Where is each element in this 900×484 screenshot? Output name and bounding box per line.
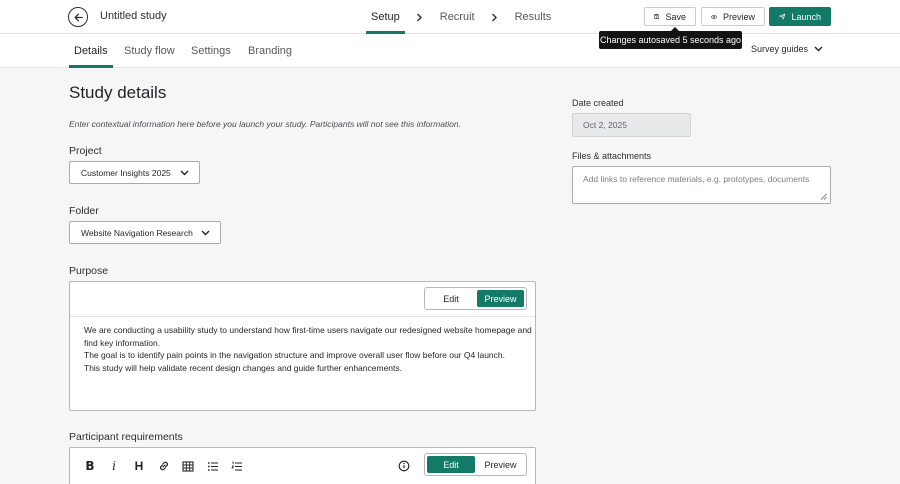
date-created-value: Oct 2, 2025 (583, 120, 627, 130)
resize-handle-icon[interactable] (820, 193, 827, 200)
chevron-right-icon (492, 13, 498, 21)
page-title: Study details (69, 83, 167, 102)
top-bar: Untitled study Setup Recruit Results Sav… (0, 0, 900, 34)
participant-preview-button[interactable]: Preview (477, 456, 524, 473)
project-label: Project (69, 145, 102, 157)
project-select[interactable]: Customer Insights 2025 (69, 161, 200, 184)
tab-details[interactable]: Details (69, 34, 113, 68)
main-content (0, 68, 900, 484)
date-created-field: Oct 2, 2025 (572, 113, 691, 137)
step-setup[interactable]: Setup (366, 0, 405, 34)
folder-value: Website Navigation Research (81, 227, 193, 238)
participant-mode-toggle: Edit Preview (424, 453, 527, 476)
autosave-tooltip: Changes autosaved 5 seconds ago (599, 27, 742, 49)
save-icon (654, 14, 660, 19)
purpose-preview-button[interactable]: Preview (477, 290, 524, 307)
save-button[interactable]: Save (644, 7, 696, 26)
chevron-down-icon (814, 46, 823, 52)
table-icon[interactable] (180, 458, 196, 474)
back-button[interactable] (68, 7, 88, 27)
numbered-list-icon[interactable] (229, 458, 245, 474)
files-attachments-label: Files & attachments (572, 151, 652, 161)
folder-select[interactable]: Website Navigation Research (69, 221, 221, 244)
launch-label: Launch (791, 11, 821, 22)
tab-settings[interactable]: Settings (191, 34, 231, 68)
heading-icon[interactable]: H (131, 458, 147, 474)
link-icon[interactable] (156, 458, 172, 474)
step-recruit[interactable]: Recruit (435, 0, 480, 34)
purpose-text: We are conducting a usability study to u… (84, 324, 534, 374)
survey-guides-label: Survey guides (751, 44, 809, 54)
purpose-label: Purpose (69, 265, 109, 277)
info-icon[interactable] (396, 458, 412, 474)
italic-icon[interactable]: i (106, 458, 122, 474)
arrow-left-icon (73, 12, 83, 22)
eye-icon (711, 14, 717, 19)
date-created-label: Date created (572, 98, 624, 108)
preview-label: Preview (722, 11, 755, 22)
files-placeholder: Add links to reference materials, e.g. p… (583, 174, 810, 184)
launch-button[interactable]: Launch (769, 7, 831, 26)
step-results[interactable]: Results (510, 0, 557, 34)
save-label: Save (665, 11, 686, 22)
purpose-line: We are conducting a usability study to u… (84, 325, 532, 348)
files-attachments-input[interactable]: Add links to reference materials, e.g. p… (572, 166, 831, 204)
purpose-editor[interactable]: Edit Preview We are conducting a usabili… (69, 281, 536, 411)
preview-button[interactable]: Preview (701, 7, 765, 26)
survey-guides-dropdown[interactable]: Survey guides (751, 44, 823, 54)
intro-text: Enter contextual information here before… (69, 119, 461, 129)
project-value: Customer Insights 2025 (81, 167, 171, 178)
send-icon (779, 13, 786, 20)
purpose-line: The goal is to identify pain points in t… (84, 350, 505, 360)
participant-requirements-editor[interactable]: B i H Edit Preview (69, 447, 536, 484)
bullet-list-icon[interactable] (205, 458, 221, 474)
tab-branding[interactable]: Branding (248, 34, 292, 68)
stepper: Setup Recruit Results (366, 0, 556, 34)
chevron-right-icon (417, 13, 423, 21)
purpose-line: This study will help validate recent des… (84, 362, 402, 373)
purpose-edit-button[interactable]: Edit (427, 290, 475, 307)
participant-edit-button[interactable]: Edit (427, 456, 475, 473)
chevron-down-icon (180, 170, 189, 175)
chevron-down-icon (201, 230, 210, 235)
purpose-mode-toggle: Edit Preview (424, 287, 527, 310)
study-title[interactable]: Untitled study (100, 10, 167, 22)
purpose-toolbar: Edit Preview (70, 282, 535, 317)
bold-icon[interactable]: B (82, 458, 98, 474)
tab-study-flow[interactable]: Study flow (124, 34, 175, 68)
folder-label: Folder (69, 205, 99, 217)
participant-requirements-label: Participant requirements (69, 431, 183, 443)
